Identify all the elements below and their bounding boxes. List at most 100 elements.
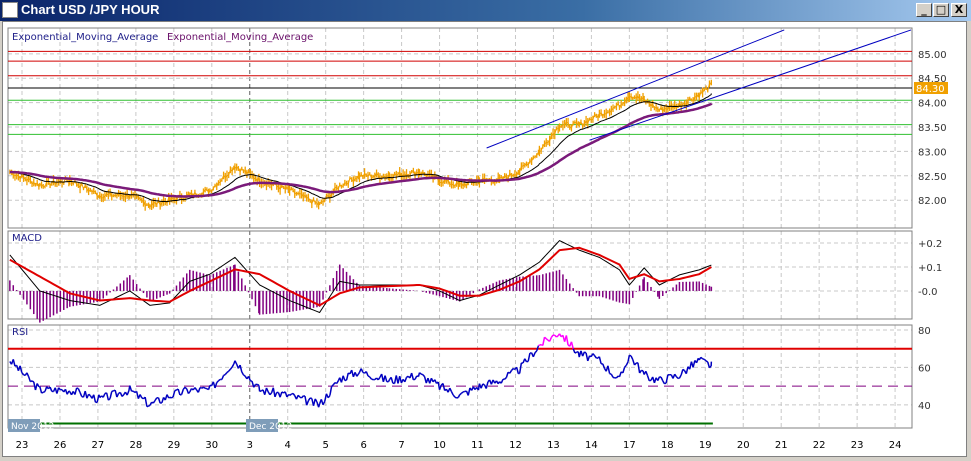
- rsi-segment: [36, 383, 40, 388]
- rsi-segment: [646, 375, 650, 382]
- rsi-segment: [705, 360, 709, 363]
- rsi-segment: [148, 404, 151, 407]
- x-tick-label: 12: [509, 440, 522, 451]
- rsi-segment: [548, 337, 553, 342]
- rsi-segment: [550, 334, 554, 338]
- x-tick-label: 29: [167, 440, 180, 451]
- rsi-segment: [518, 362, 523, 374]
- rsi-segment: [500, 379, 504, 384]
- rsi-segment: [457, 394, 461, 398]
- price-axis-label: 83.00: [918, 147, 947, 158]
- rsi-segment: [226, 370, 230, 374]
- month-label-dec: Dec 2012: [249, 422, 292, 432]
- rsi-segment: [515, 366, 520, 374]
- rsi-segment: [610, 373, 614, 378]
- rsi-segment: [369, 376, 373, 380]
- rsi-segment: [336, 380, 340, 384]
- rsi-segment: [660, 376, 664, 382]
- rsi-segment: [157, 397, 161, 404]
- rsi-segment: [384, 375, 388, 382]
- rsi-segment: [624, 364, 627, 368]
- rsi-segment: [625, 361, 629, 366]
- rsi-segment: [404, 376, 408, 383]
- rsi-segment: [574, 351, 577, 354]
- rsi-segment: [674, 373, 678, 378]
- rsi-segment: [357, 372, 361, 375]
- rsi-segment: [460, 391, 464, 394]
- rsi-segment: [307, 397, 311, 402]
- x-tick-label: 20: [737, 440, 750, 451]
- rsi-segment: [414, 375, 418, 380]
- rsi-segment: [664, 382, 667, 385]
- x-tick-label: 6: [360, 440, 366, 451]
- rsi-axis-label: 60: [918, 363, 931, 374]
- month-label-nov: Nov 2012: [11, 422, 54, 432]
- chart-canvas[interactable]: 23 26 27 28 29 30 3 4 5 6 7 10 11 12 13 14 17 18 19 20 21 22 2…: [0, 0, 971, 461]
- x-tick-label: 11: [471, 440, 484, 451]
- rsi-segment: [256, 383, 260, 386]
- rsi-segment: [221, 375, 225, 380]
- rsi-segment: [228, 368, 231, 372]
- x-tick-label: 14: [585, 440, 598, 451]
- rsi-segment: [259, 390, 262, 393]
- rsi-segment: [565, 335, 569, 346]
- x-tick-label: 28: [130, 440, 143, 451]
- rsi-segment: [678, 374, 682, 379]
- rsi-segment: [269, 392, 273, 396]
- price-axis-label: 84.00: [918, 99, 947, 110]
- rsi-segment: [583, 351, 587, 354]
- rsi-segment: [144, 396, 148, 407]
- price-axis-label: 82.00: [918, 196, 947, 207]
- rsi-segment: [390, 377, 394, 384]
- rsi-segment: [41, 391, 44, 394]
- rsi-segment: [105, 392, 110, 401]
- rsi-segment: [452, 394, 456, 398]
- rsi-segment: [377, 376, 381, 381]
- rsi-segment: [482, 383, 485, 386]
- rsi-segment: [629, 354, 632, 357]
- rsi-segment: [305, 400, 310, 406]
- rsi-segment: [292, 392, 296, 397]
- rsi-segment: [598, 356, 602, 364]
- x-tick-label: 22: [813, 440, 826, 451]
- rsi-segment: [214, 382, 218, 389]
- rsi-segment: [510, 368, 514, 371]
- rsi-segment: [289, 393, 292, 397]
- rsi-segment: [592, 353, 596, 357]
- rsi-segment: [121, 394, 125, 397]
- rsi-axis-label: 40: [918, 401, 931, 412]
- rsi-segment: [27, 376, 32, 382]
- rsi-segment: [116, 393, 120, 398]
- macd-label: MACD: [12, 233, 42, 244]
- rsi-segment: [56, 387, 60, 394]
- legend-ema-slow: Exponential_Moving_Average: [167, 32, 313, 43]
- rsi-segment: [314, 398, 318, 403]
- x-tick-label: 10: [433, 440, 446, 451]
- x-tick-label: 30: [205, 440, 218, 451]
- x-tick-label: 3: [247, 440, 253, 451]
- rsi-segment: [170, 396, 174, 399]
- rsi-segment: [332, 382, 336, 386]
- rsi-segment: [534, 350, 538, 354]
- rsi-segment: [243, 374, 246, 377]
- x-tick-label: 7: [398, 440, 404, 451]
- current-price-label: 84.30: [916, 84, 945, 95]
- rsi-segment: [154, 397, 158, 401]
- rsi-segment: [630, 355, 634, 360]
- rsi-segment: [615, 375, 619, 379]
- rsi-segment: [12, 359, 16, 367]
- rsi-segment: [645, 370, 649, 377]
- rsi-segment: [703, 358, 707, 362]
- x-tick-label: 27: [92, 440, 105, 451]
- rsi-segment: [637, 362, 641, 374]
- rsi-segment: [49, 386, 53, 392]
- rsi-segment: [79, 392, 83, 397]
- rsi-segment: [570, 341, 574, 349]
- rsi-segment: [317, 403, 321, 408]
- rsi-segment: [279, 391, 283, 398]
- x-tick-label: 23: [851, 440, 864, 451]
- rsi-segment: [203, 386, 206, 389]
- rsi-segment: [505, 372, 509, 378]
- x-tick-label: 4: [285, 440, 291, 451]
- price-axis-label: 83.50: [918, 123, 947, 134]
